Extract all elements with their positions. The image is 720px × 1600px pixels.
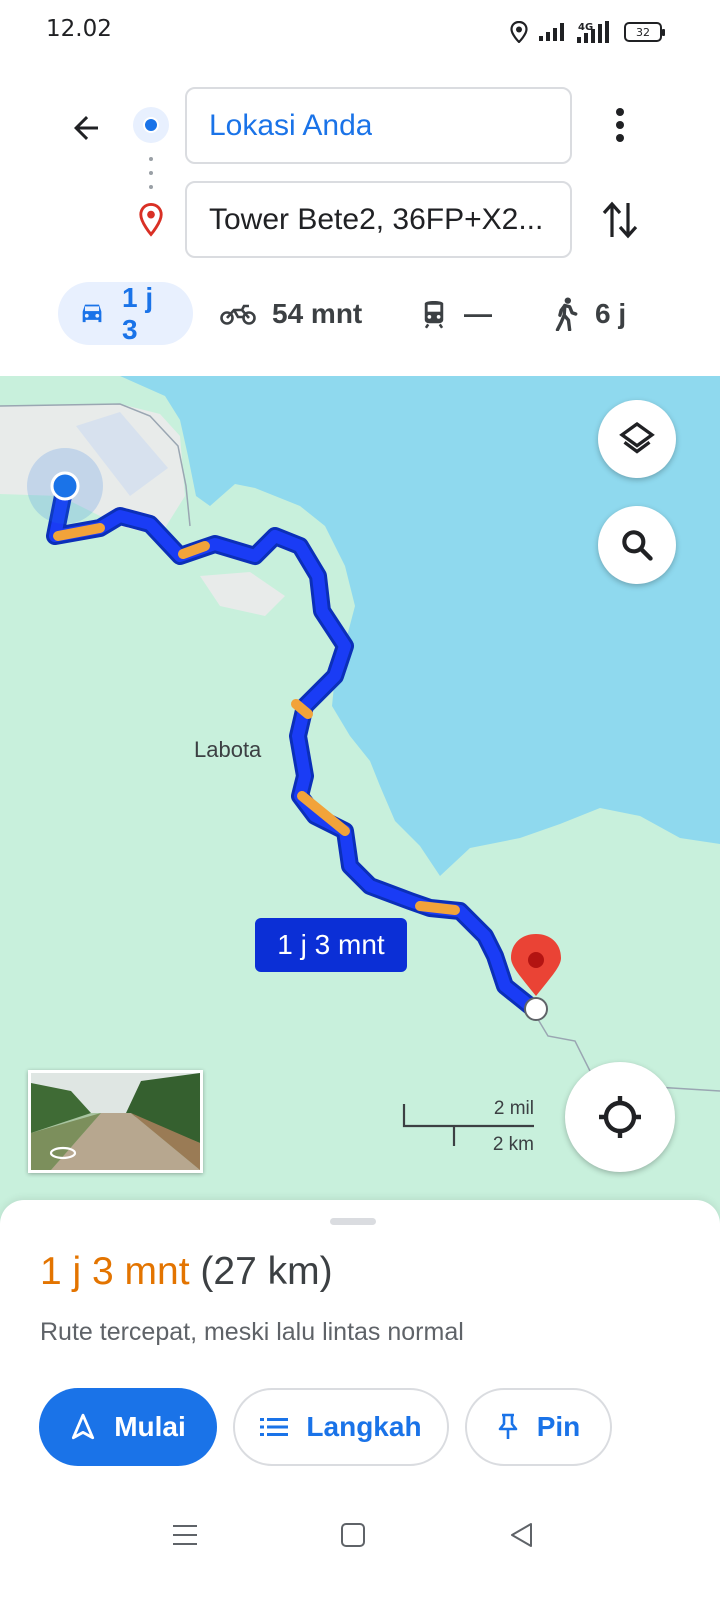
pushpin-icon: [498, 1413, 518, 1439]
tab-car-label: 1 j 3: [122, 281, 154, 345]
back-nav-button[interactable]: [496, 1510, 546, 1560]
travel-mode-tabs: 1 j 3 54 mnt — 6 j: [0, 282, 720, 346]
tab-transit-label: —: [464, 297, 492, 329]
search-icon: [622, 530, 653, 561]
map-scale: 2 mil 2 km: [402, 1096, 536, 1156]
place-label-labota: Labota: [194, 737, 262, 762]
street-view-thumbnail[interactable]: [28, 1070, 203, 1173]
route-note: Rute tercepat, meski lalu lintas normal: [40, 1318, 464, 1346]
street-view-image: [31, 1073, 200, 1170]
battery-level: 32: [636, 25, 650, 39]
tab-transit[interactable]: —: [420, 282, 492, 345]
route-time-label[interactable]: 1 j 3 mnt: [255, 918, 407, 972]
sheet-drag-handle[interactable]: [330, 1218, 376, 1225]
more-options-button[interactable]: [598, 100, 642, 150]
steps-button-label: Langkah: [306, 1411, 422, 1442]
motorcycle-icon: [220, 304, 256, 325]
train-icon: [424, 300, 444, 329]
layers-icon: [619, 421, 655, 454]
pin-button-label: Pin: [536, 1411, 581, 1442]
route-summary: 1 j 3 mnt (27 km): [40, 1250, 333, 1294]
signal-4g-icon: 4G: [577, 21, 609, 43]
menu-nav-button[interactable]: [160, 1510, 210, 1560]
origin-field[interactable]: Lokasi Anda: [185, 87, 572, 164]
battery-icon: 32: [624, 22, 665, 42]
signal-icon: [539, 23, 564, 41]
status-bar: 12.02 4G 32: [0, 0, 720, 64]
tab-motorcycle[interactable]: 54 mnt: [220, 282, 362, 345]
swap-icon: [602, 201, 638, 239]
route-duration: 1 j 3 mnt: [40, 1250, 190, 1293]
my-location-button[interactable]: [565, 1062, 675, 1172]
tab-walk-label: 6 j: [595, 297, 627, 329]
walk-icon: [555, 296, 578, 331]
origin-text: Lokasi Anda: [209, 108, 373, 142]
origin-dot-icon: [133, 107, 169, 143]
list-icon: [260, 1418, 289, 1436]
tab-walk[interactable]: 6 j: [553, 282, 626, 345]
pin-button[interactable]: Pin: [465, 1388, 612, 1466]
back-button[interactable]: [62, 104, 110, 152]
location-icon: [510, 21, 528, 43]
layers-button[interactable]: [598, 400, 676, 478]
back-arrow-icon: [74, 116, 98, 140]
destination-text: Tower Bete2, 36FP+X2...: [209, 202, 544, 236]
navigation-arrow-icon: [72, 1413, 95, 1440]
more-vert-icon: [616, 108, 624, 142]
map-view[interactable]: Labota 1 j 3 mnt 2 mil 2 km: [0, 376, 720, 1226]
triangle-back-icon: [511, 1523, 532, 1547]
square-icon: [341, 1523, 365, 1547]
system-nav-bar: [0, 1490, 720, 1600]
status-time: 12.02: [46, 16, 112, 42]
menu-icon: [173, 1525, 197, 1545]
car-icon: [82, 304, 102, 322]
tab-motorcycle-label: 54 mnt: [272, 297, 363, 329]
start-button[interactable]: Mulai: [39, 1388, 217, 1466]
destination-pin-icon: [139, 202, 163, 237]
home-nav-button[interactable]: [328, 1510, 378, 1560]
scale-miles: 2 mil: [493, 1098, 534, 1119]
scale-km: 2 km: [492, 1134, 534, 1155]
destination-field[interactable]: Tower Bete2, 36FP+X2...: [185, 181, 572, 258]
search-along-route-button[interactable]: [598, 506, 676, 584]
tab-car[interactable]: 1 j 3: [58, 282, 193, 345]
route-distance: (27 km): [200, 1250, 333, 1293]
steps-button[interactable]: Langkah: [233, 1388, 449, 1466]
swap-button[interactable]: [596, 196, 644, 244]
network-type: 4G: [578, 22, 593, 33]
start-button-label: Mulai: [114, 1411, 186, 1442]
crosshair-icon: [599, 1096, 641, 1138]
status-icons: 4G 32: [510, 20, 665, 44]
route-connector: [148, 157, 154, 189]
